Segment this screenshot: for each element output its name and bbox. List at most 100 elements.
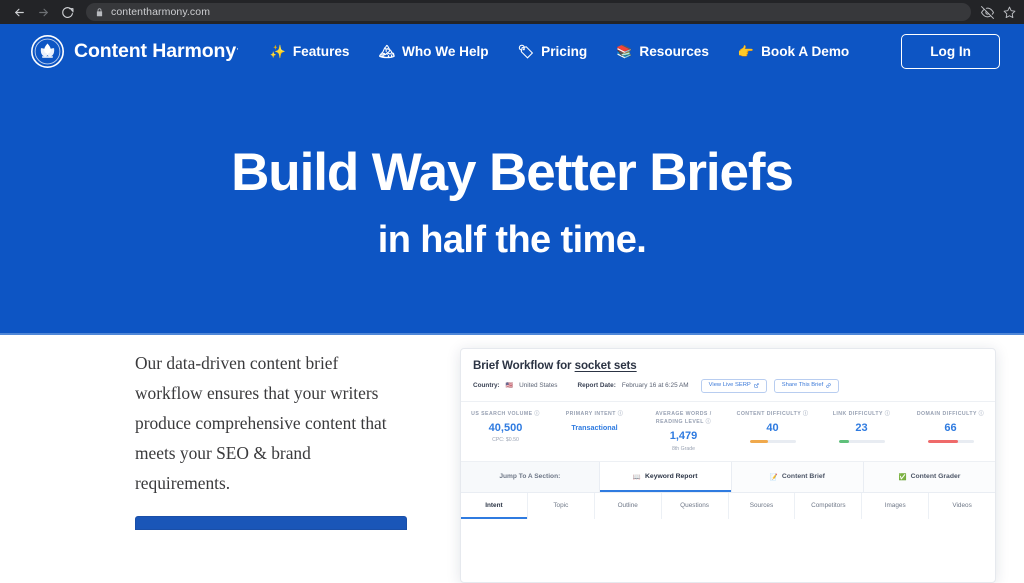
address-bar-text: contentharmony.com — [111, 6, 211, 18]
site-header: Content Harmony. ✨ Features 🏔 Who We Hel… — [0, 24, 1024, 79]
difficulty-bar-fill — [749, 440, 768, 443]
difficulty-bar-fill — [838, 440, 850, 443]
tab-label: Keyword Report — [645, 473, 698, 481]
metric-average-words-reading-level: Average Words / Reading Level ⓘ 1,479 8t… — [639, 410, 728, 452]
view-live-serp-label: View Live SERP — [708, 382, 751, 388]
info-icon[interactable]: ⓘ — [706, 419, 711, 425]
tab-content-grader[interactable]: ✅ Content Grader — [863, 461, 995, 492]
brief-title-prefix: Brief Workflow for — [473, 359, 575, 372]
nav-item-resources[interactable]: 📚 Resources — [616, 44, 709, 59]
primary-cta-button[interactable] — [135, 516, 407, 530]
nav-label: Pricing — [541, 44, 588, 59]
brief-keyword[interactable]: socket sets — [575, 359, 637, 372]
info-icon[interactable]: ⓘ — [534, 411, 539, 417]
subtab-images[interactable]: Images — [862, 492, 930, 519]
difficulty-bar — [927, 440, 974, 443]
book-icon: 📖 — [632, 473, 642, 481]
forward-arrow-icon[interactable] — [32, 1, 54, 23]
nav-label: Features — [292, 44, 350, 59]
check-box-icon: ✅ — [898, 473, 907, 481]
subtab-competitors[interactable]: Competitors — [795, 492, 863, 519]
browser-toolbar: contentharmony.com — [0, 0, 1024, 24]
info-icon[interactable]: ⓘ — [979, 411, 984, 417]
metric-value: 66 — [944, 422, 957, 435]
link-icon — [826, 383, 831, 389]
site-logo-text: Content Harmony. — [74, 40, 239, 62]
share-this-brief-label: Share This Brief — [781, 382, 824, 388]
metric-value: Transactional — [571, 423, 618, 433]
nav-item-book-a-demo[interactable]: 👉 Book A Demo — [738, 44, 849, 59]
us-flag-icon: 🇺🇸 — [505, 383, 514, 390]
nav-item-pricing[interactable]: 🏷 Pricing — [518, 44, 588, 59]
metric-label: Average Words / Reading Level — [655, 410, 712, 426]
pointing-hand-icon: 👉 — [737, 44, 755, 59]
subtab-outline[interactable]: Outline — [594, 492, 662, 519]
back-arrow-icon[interactable] — [8, 1, 30, 23]
difficulty-bar — [838, 440, 885, 443]
tab-content-brief[interactable]: 📝 Content Brief — [731, 461, 864, 492]
subtab-questions[interactable]: Questions — [661, 492, 729, 519]
primary-navigation: ✨ Features 🏔 Who We Help 🏷 Pricing 📚 Res… — [270, 34, 1000, 69]
view-live-serp-button[interactable]: View Live SERP — [700, 379, 767, 393]
books-icon: 📚 — [616, 44, 633, 59]
metric-value: 1,479 — [669, 430, 698, 443]
mountain-icon: 🏔 — [378, 44, 396, 59]
report-date-value: February 16 at 6:25 AM — [621, 382, 689, 390]
tab-keyword-report[interactable]: 📖 Keyword Report — [599, 461, 732, 492]
metric-label: Link Difficulty — [832, 410, 883, 417]
metric-label: Primary Intent — [565, 410, 616, 417]
lock-icon — [95, 7, 104, 17]
metric-value: 40 — [766, 422, 779, 435]
difficulty-bar-fill — [927, 440, 958, 443]
subtab-videos[interactable]: Videos — [929, 492, 995, 519]
info-icon[interactable]: ⓘ — [803, 411, 808, 417]
eye-off-icon[interactable] — [981, 5, 994, 19]
login-button[interactable]: Log In — [901, 34, 1000, 69]
memo-icon: 📝 — [769, 473, 778, 481]
nav-label: Resources — [639, 44, 709, 59]
report-date-label: Report Date: — [577, 382, 616, 390]
metric-label: US Search Volume — [471, 410, 533, 417]
site-logo[interactable]: Content Harmony. — [30, 34, 239, 69]
metric-sub: CPC: $0.50 — [492, 437, 519, 444]
star-icon[interactable] — [1003, 6, 1016, 19]
share-this-brief-button[interactable]: Share This Brief — [773, 379, 840, 393]
metric-domain-difficulty: Domain Difficulty ⓘ 66 — [906, 410, 995, 452]
lotus-circle-logo-icon — [30, 34, 65, 69]
page-subtitle: in half the time. — [377, 219, 647, 262]
metric-label: Content Difficulty — [736, 410, 802, 417]
reload-icon[interactable] — [56, 1, 78, 23]
lead-column: Our data-driven content brief workflow e… — [135, 349, 410, 499]
country-label: Country: — [473, 382, 500, 390]
tag-icon: 🏷 — [517, 44, 535, 59]
metrics-row: US Search Volume ⓘ 40,500 CPC: $0.50 Pri… — [461, 400, 995, 462]
metric-value: 23 — [855, 422, 868, 435]
metric-link-difficulty: Link Difficulty ⓘ 23 — [817, 410, 906, 452]
metric-us-search-volume: US Search Volume ⓘ 40,500 CPC: $0.50 — [461, 410, 550, 452]
subtab-topic[interactable]: Topic — [527, 492, 595, 519]
section-tabs: Jump To A Section: 📖 Keyword Report 📝 Co… — [461, 461, 995, 493]
subtab-intent[interactable]: Intent — [461, 492, 528, 519]
nav-item-features[interactable]: ✨ Features — [270, 44, 350, 59]
hero-section: Content Harmony. ✨ Features 🏔 Who We Hel… — [0, 24, 1024, 335]
sub-tabs: Intent Topic Outline Questions Sources C… — [461, 492, 995, 519]
info-icon[interactable]: ⓘ — [618, 411, 623, 417]
subtab-sources[interactable]: Sources — [728, 492, 796, 519]
jump-to-section-label: Jump To A Section: — [461, 461, 600, 492]
difficulty-bar — [749, 440, 796, 443]
address-bar[interactable]: contentharmony.com — [86, 3, 971, 21]
brief-title: Brief Workflow for socket sets — [473, 359, 983, 372]
lead-paragraph: Our data-driven content brief workflow e… — [135, 353, 387, 493]
info-icon[interactable]: ⓘ — [885, 411, 890, 417]
tab-label: Content Grader — [910, 473, 961, 481]
country-value: United States — [519, 382, 558, 390]
nav-item-who-we-help[interactable]: 🏔 Who We Help — [379, 44, 489, 59]
metric-primary-intent: Primary Intent ⓘ Transactional — [550, 410, 639, 452]
app-screenshot-card: Brief Workflow for socket sets Country: … — [460, 348, 996, 583]
nav-label: Book A Demo — [761, 44, 850, 59]
brief-meta: Country: 🇺🇸 United States Report Date: F… — [473, 379, 983, 393]
app-card-header: Brief Workflow for socket sets Country: … — [461, 349, 995, 401]
registered-mark: . — [236, 41, 239, 53]
tab-label: Content Brief — [781, 473, 825, 481]
external-link-icon — [754, 383, 759, 389]
